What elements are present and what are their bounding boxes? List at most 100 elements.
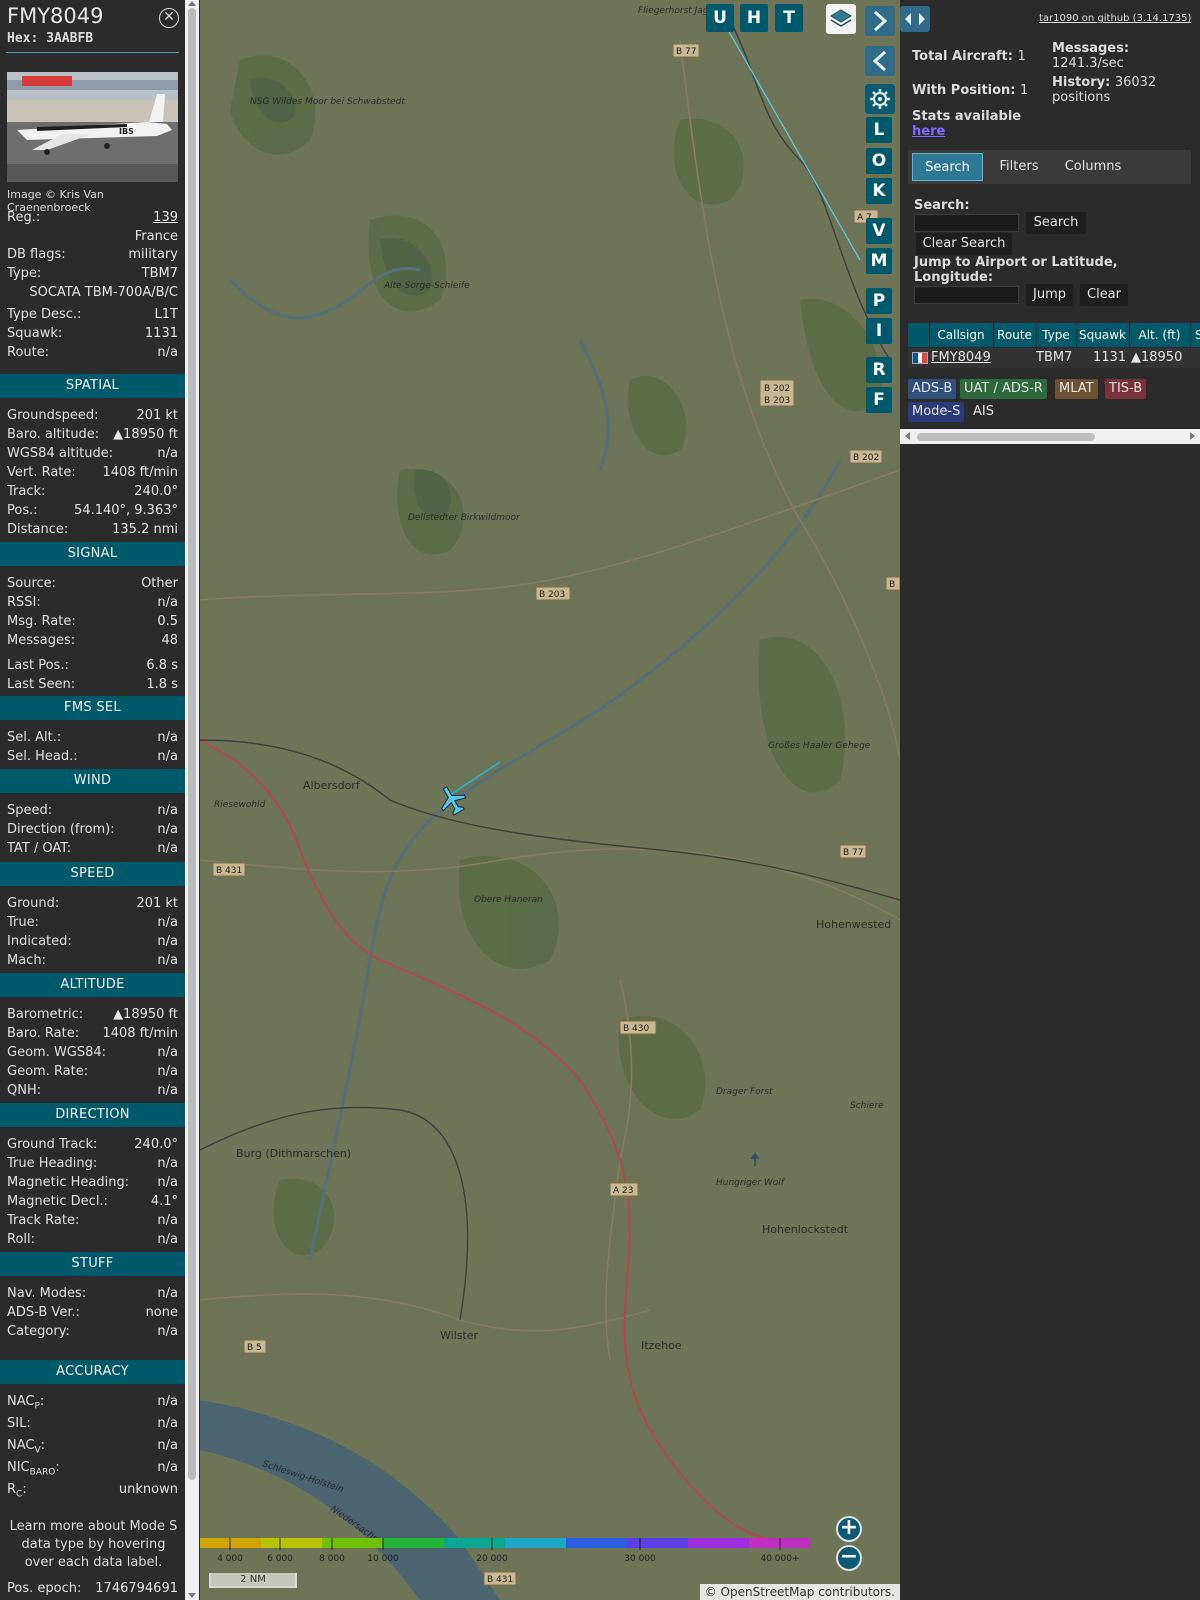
tab-columns[interactable]: Columns — [1055, 153, 1131, 181]
jump-input[interactable] — [914, 286, 1019, 304]
detail-label[interactable]: RSSI: — [7, 595, 41, 610]
map-tiles[interactable]: Albersdorf Riesewohld Obere Haneran Burg… — [200, 0, 900, 1600]
column-squawk[interactable]: Squawk — [1076, 323, 1128, 347]
detail-label[interactable]: ADS-B Ver.: — [7, 1305, 80, 1320]
search-button[interactable]: Search — [1026, 212, 1086, 234]
detail-label[interactable]: NICBARO: — [7, 1460, 60, 1478]
toggle-r-button[interactable]: R — [866, 357, 892, 383]
detail-label[interactable]: Groundspeed: — [7, 408, 98, 423]
expand-sidebar-button[interactable] — [865, 46, 895, 76]
detail-label[interactable]: TAT / OAT: — [7, 841, 71, 856]
detail-label[interactable]: Vert. Rate: — [7, 465, 76, 480]
clear-search-button[interactable]: Clear Search — [916, 233, 1012, 255]
column-callsign[interactable]: Callsign — [929, 323, 992, 347]
toggle-i-button[interactable]: I — [866, 318, 892, 344]
detail-label[interactable]: Indicated: — [7, 934, 72, 949]
detail-label[interactable]: True: — [7, 915, 39, 930]
detail-label[interactable]: Direction (from): — [7, 822, 115, 837]
tab-filters[interactable]: Filters — [985, 153, 1053, 181]
detail-label: Route: — [7, 345, 50, 360]
scroll-left-arrow[interactable] — [905, 432, 910, 440]
collapse-sidebar-button[interactable] — [865, 6, 895, 36]
toggle-v-button[interactable]: V — [866, 218, 892, 244]
toggle-l-button[interactable]: L — [866, 117, 892, 143]
stats-here-link[interactable]: here — [912, 124, 945, 139]
map-attribution[interactable]: © OpenStreetMap contributors. — [699, 1584, 900, 1600]
column-type[interactable]: Type — [1036, 323, 1075, 347]
detail-label[interactable]: Sel. Alt.: — [7, 730, 61, 745]
detail-label[interactable]: Magnetic Heading: — [7, 1175, 129, 1190]
source-badge-mlat: MLAT — [1055, 379, 1098, 399]
scroll-thumb[interactable] — [917, 433, 1095, 441]
toggle-f-button[interactable]: F — [866, 387, 892, 413]
clear-button[interactable]: Clear — [1080, 284, 1128, 306]
github-link[interactable]: tar1090 on github (3.14.1735) — [1039, 13, 1191, 24]
detail-label[interactable]: Last Seen: — [7, 677, 75, 692]
registration-link[interactable]: 139 — [153, 210, 178, 225]
row-type: TBM7 — [1036, 350, 1073, 365]
detail-label[interactable]: Track: — [7, 484, 45, 499]
detail-label[interactable]: Ground Track: — [7, 1137, 97, 1152]
layers-button[interactable] — [826, 4, 856, 34]
detail-label[interactable]: Baro. Rate: — [7, 1026, 79, 1041]
toggle-u-button[interactable]: U — [706, 4, 734, 32]
toggle-k-button[interactable]: K — [866, 178, 892, 204]
detail-label[interactable]: Geom. Rate: — [7, 1064, 88, 1079]
zoom-in-button[interactable]: + — [836, 1516, 862, 1542]
toggle-m-button[interactable]: M — [866, 248, 892, 274]
jump-button[interactable]: Jump — [1026, 284, 1073, 306]
toggle-h-button[interactable]: H — [740, 4, 768, 32]
detail-label[interactable]: QNH: — [7, 1083, 41, 1098]
tab-search[interactable]: Search — [912, 153, 983, 181]
scroll-up-arrow[interactable] — [188, 1, 196, 6]
search-input[interactable] — [914, 214, 1019, 232]
detail-label[interactable]: Baro. altitude: — [7, 427, 99, 442]
toggle-o-button[interactable]: O — [866, 148, 892, 174]
map-view[interactable]: Albersdorf Riesewohld Obere Haneran Burg… — [200, 0, 900, 1600]
detail-label[interactable]: Mach: — [7, 953, 46, 968]
detail-label[interactable]: Barometric: — [7, 1007, 83, 1022]
detail-label[interactable]: Geom. WGS84: — [7, 1045, 106, 1060]
detail-label[interactable]: Messages: — [7, 633, 75, 648]
detail-label: Type Desc.: — [7, 307, 82, 322]
detail-label[interactable]: RC: — [7, 1482, 27, 1500]
toggle-sidebar-width-button[interactable] — [900, 6, 930, 32]
row-callsign[interactable]: FMY8049 — [931, 348, 991, 368]
detail-label[interactable]: Magnetic Decl.: — [7, 1194, 108, 1209]
scroll-down-arrow[interactable] — [188, 1593, 196, 1598]
zoom-out-button[interactable]: − — [836, 1545, 862, 1571]
detail-label[interactable]: Last Pos.: — [7, 658, 69, 673]
road-label: B 77 — [672, 43, 700, 58]
detail-label[interactable]: NACV: — [7, 1438, 45, 1456]
close-icon[interactable]: ✕ — [159, 8, 179, 28]
scroll-thumb[interactable] — [188, 8, 196, 1480]
detail-label[interactable]: Distance: — [7, 522, 68, 537]
column-speed[interactable]: Sp — [1190, 323, 1200, 347]
detail-label[interactable]: WGS84 altitude: — [7, 446, 113, 461]
detail-label[interactable]: Pos.: — [7, 503, 38, 518]
detail-label[interactable]: Speed: — [7, 803, 52, 818]
detail-label[interactable]: Ground: — [7, 896, 59, 911]
detail-label[interactable]: SIL: — [7, 1416, 31, 1431]
column-flag[interactable] — [908, 323, 928, 347]
table-horizontal-scrollbar[interactable] — [900, 429, 1200, 444]
detail-label[interactable]: Roll: — [7, 1232, 35, 1247]
detail-label[interactable]: Msg. Rate: — [7, 614, 76, 629]
detail-label[interactable]: True Heading: — [7, 1156, 97, 1171]
layers-icon — [830, 9, 852, 27]
detail-label[interactable]: Sel. Head.: — [7, 749, 78, 764]
detail-label[interactable]: Category: — [7, 1324, 70, 1339]
toggle-t-button[interactable]: T — [775, 4, 803, 32]
detail-label[interactable]: Nav. Modes: — [7, 1286, 86, 1301]
detail-label[interactable]: NACP: — [7, 1394, 44, 1412]
table-row[interactable]: FMY8049 TBM7 1131 ▲18950 — [908, 348, 1200, 368]
column-route[interactable]: Route — [993, 323, 1035, 347]
settings-button[interactable] — [865, 84, 895, 114]
column-altitude[interactable]: Alt. (ft) — [1129, 323, 1189, 347]
toggle-p-button[interactable]: P — [866, 288, 892, 314]
detail-label[interactable]: Track Rate: — [7, 1213, 79, 1228]
aircraft-photo[interactable]: IBS — [7, 72, 178, 182]
detail-label[interactable]: Source: — [7, 576, 56, 591]
scroll-right-arrow[interactable] — [1190, 432, 1195, 440]
info-panel-scrollbar[interactable] — [185, 0, 199, 1600]
